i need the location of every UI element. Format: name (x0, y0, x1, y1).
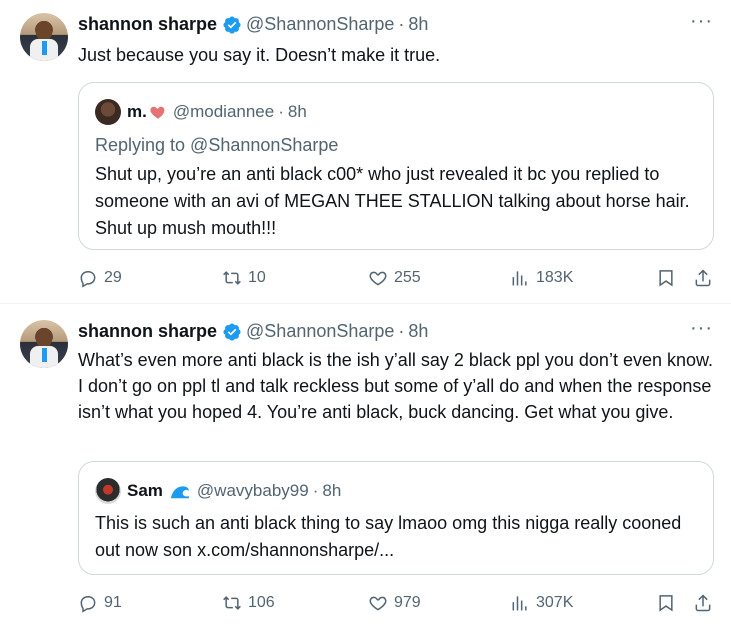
tweet-actions: 91 106 979 307K (78, 593, 718, 617)
tweet-text: Just because you say it. Doesn’t make it… (78, 45, 441, 65)
quoted-author-handle[interactable]: @modiannee (173, 102, 274, 122)
reply-button[interactable]: 91 (78, 593, 122, 613)
author-name[interactable]: shannon sharpe (78, 14, 217, 35)
views-count: 183K (536, 269, 574, 286)
tweet-header: shannon sharpe @ShannonSharpe · 8h (78, 14, 428, 35)
share-icon (695, 269, 711, 287)
tweet-1[interactable]: shannon sharpe @ShannonSharpe · 8h ··· J… (0, 0, 731, 303)
quoted-tweet[interactable]: m. @modiannee · 8h Replying to @ShannonS… (78, 82, 714, 250)
quoted-author-avatar[interactable] (95, 478, 121, 504)
views-button[interactable]: 183K (510, 268, 573, 288)
views-count: 307K (536, 594, 574, 611)
author-handle[interactable]: @ShannonSharpe (246, 321, 394, 342)
like-icon (369, 271, 387, 286)
separator-dot: · (312, 481, 319, 500)
quoted-tweet[interactable]: Sam @wavybaby99 · 8h This is such an ant… (78, 461, 714, 575)
tweet-time[interactable]: 8h (408, 321, 428, 342)
quoted-tweet-text: This is such an anti black thing to say … (95, 513, 682, 560)
more-icon[interactable]: ··· (690, 318, 713, 338)
quoted-tweet-time[interactable]: 8h (288, 102, 307, 122)
like-count: 255 (394, 269, 421, 286)
repost-count: 10 (248, 269, 266, 286)
reply-icon (80, 271, 96, 288)
quoted-tweet-header: Sam @wavybaby99 · 8h (127, 481, 341, 501)
repost-count: 106 (248, 594, 275, 611)
like-icon (369, 596, 387, 611)
separator-dot: · (398, 14, 405, 34)
share-button[interactable] (693, 593, 713, 618)
quoted-author-avatar[interactable] (95, 99, 121, 125)
tweet-header: shannon sharpe @ShannonSharpe · 8h (78, 321, 428, 342)
reply-button[interactable]: 29 (78, 268, 122, 288)
bookmark-icon (659, 595, 673, 612)
more-icon[interactable]: ··· (690, 11, 713, 31)
share-icon (695, 594, 711, 612)
bookmark-button[interactable] (656, 268, 676, 293)
tweet-actions: 29 10 255 183K (78, 268, 718, 292)
quoted-tweet-header: m. @modiannee · 8h (127, 102, 307, 122)
author-name[interactable]: shannon sharpe (78, 321, 217, 342)
bookmark-icon (659, 270, 673, 287)
repost-icon (223, 271, 241, 285)
quoted-author-name[interactable]: m. (127, 102, 147, 122)
replying-to[interactable]: Replying to @ShannonSharpe (95, 135, 338, 156)
bookmark-button[interactable] (656, 593, 676, 618)
author-avatar[interactable] (20, 320, 68, 368)
repost-button[interactable]: 106 (222, 593, 275, 613)
reply-count: 29 (104, 269, 122, 286)
quoted-tweet-text: Shut up, you’re an anti black c00* who j… (95, 164, 690, 238)
separator-dot: · (398, 321, 405, 341)
repost-icon (223, 596, 241, 610)
views-button[interactable]: 307K (510, 593, 573, 613)
tweet-time[interactable]: 8h (408, 14, 428, 35)
separator-dot: · (278, 102, 284, 121)
quoted-author-handle[interactable]: @wavybaby99 (197, 481, 309, 501)
reply-count: 91 (104, 594, 122, 611)
share-button[interactable] (693, 268, 713, 293)
quoted-author-name[interactable]: Sam (127, 481, 163, 501)
views-icon (512, 271, 527, 286)
verified-badge-icon (223, 322, 241, 341)
like-button[interactable]: 979 (368, 593, 421, 613)
like-button[interactable]: 255 (368, 268, 421, 288)
verified-badge-icon (223, 15, 241, 34)
author-handle[interactable]: @ShannonSharpe (246, 14, 394, 35)
repost-button[interactable]: 10 (222, 268, 266, 288)
tweet-2[interactable]: shannon sharpe @ShannonSharpe · 8h ··· W… (0, 303, 731, 628)
reply-icon (80, 596, 96, 613)
views-icon (512, 596, 527, 611)
like-count: 979 (394, 594, 421, 611)
wave-emoji-icon (170, 486, 189, 499)
tweet-text: What’s even more anti black is the ish y… (78, 350, 714, 422)
quoted-tweet-time[interactable]: 8h (322, 481, 341, 501)
heart-emoji-icon (150, 106, 165, 119)
author-avatar[interactable] (20, 13, 68, 61)
